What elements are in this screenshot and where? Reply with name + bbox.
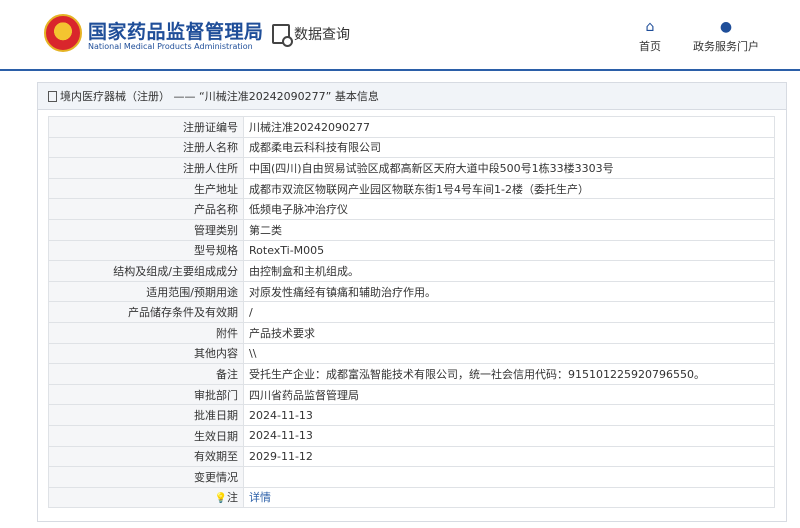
lightbulb-icon: 💡 <box>214 493 227 505</box>
field-value: 成都柔电云科科技有限公司 <box>243 136 775 159</box>
note-label: 注 <box>227 491 238 505</box>
table-row: 结构及组成/主要组成成分 由控制盒和主机组成。 <box>48 260 775 282</box>
field-label: 生效日期 <box>48 424 244 447</box>
field-value: 2029-11-12 <box>243 445 775 468</box>
nav-portal-label: 政务服务门户 <box>693 40 759 53</box>
table-row: 变更情况 <box>48 466 775 488</box>
field-value <box>243 466 775 488</box>
table-row: 其他内容 \\ <box>48 342 775 365</box>
field-value: 对原发性痛经有镇痛和辅助治疗作用。 <box>243 280 775 303</box>
field-label: 变更情况 <box>48 466 244 488</box>
home-icon: ⌂ <box>645 19 655 35</box>
field-value: 2024-11-13 <box>243 404 775 426</box>
note-value-cell: 详情 <box>243 486 775 509</box>
data-query-link[interactable]: 数据查询 <box>272 24 350 47</box>
field-label: 有效期至 <box>48 445 244 468</box>
table-row: 审批部门 四川省药品监督管理局 <box>48 383 775 406</box>
field-label: 适用范围/预期用途 <box>48 280 244 303</box>
field-label: 批准日期 <box>48 404 244 426</box>
field-value: 2024-11-13 <box>243 424 775 447</box>
device-info-table: 注册证编号 川械注准20242090277 注册人名称 成都柔电云科科技有限公司 注册人… <box>48 116 775 509</box>
field-label: 附件 <box>48 321 244 344</box>
table-row-note: 💡注 详情 <box>48 486 775 509</box>
field-value: RotexTi-M005 <box>243 239 775 262</box>
details-link[interactable]: 详情 <box>249 491 271 504</box>
field-value: 产品技术要求 <box>243 321 775 344</box>
info-panel: 境内医疗器械（注册） —— “川械注准20242090277” 基本信息 注册证… <box>37 82 787 522</box>
info-table-body: 注册证编号 川械注准20242090277 注册人名称 成都柔电云科科技有限公司 注册人… <box>48 116 775 509</box>
document-icon <box>48 90 57 102</box>
table-row: 注册人名称 成都柔电云科科技有限公司 <box>48 136 775 159</box>
field-value: 川械注准20242090277 <box>243 116 775 138</box>
table-row: 注册人住所 中国(四川)自由贸易试验区成都高新区天府大道中段500号1栋33楼33… <box>48 157 775 179</box>
data-query-label: 数据查询 <box>294 27 350 43</box>
field-value: 成都市双流区物联网产业园区物联东街1号4号车间1-2楼（委托生产） <box>243 177 775 200</box>
emblem-logo: ★ <box>44 14 82 52</box>
field-value: 受托生产企业：成都富泓智能技术有限公司，统一社会信用代码：91510122592… <box>243 363 775 385</box>
star-icon: ★ <box>59 24 68 35</box>
field-value: / <box>243 301 775 323</box>
field-label: 注册证编号 <box>48 116 244 138</box>
panel-title: 境内医疗器械（注册） —— “川械注准20242090277” 基本信息 <box>38 83 786 110</box>
brand-title-en: National Medical Products Administration <box>88 42 253 51</box>
note-label-cell: 💡注 <box>48 486 244 509</box>
table-row: 生产地址 成都市双流区物联网产业园区物联东街1号4号车间1-2楼（委托生产） <box>48 177 775 200</box>
nav-service-portal[interactable]: ● 政务服务门户 <box>688 20 764 54</box>
field-label: 备注 <box>48 363 244 385</box>
table-row: 管理类别 第二类 <box>48 218 775 241</box>
field-value: 中国(四川)自由贸易试验区成都高新区天府大道中段500号1栋33楼3303号 <box>243 157 775 179</box>
document-search-icon <box>272 24 293 47</box>
field-label: 审批部门 <box>48 383 244 406</box>
table-row: 产品储存条件及有效期 / <box>48 301 775 323</box>
field-label: 其他内容 <box>48 342 244 365</box>
table-row: 生效日期 2024-11-13 <box>48 424 775 447</box>
brand-title-cn: 国家药品监督管理局 <box>88 21 264 43</box>
field-label: 管理类别 <box>48 218 244 241</box>
table-row: 型号规格 RotexTi-M005 <box>48 239 775 262</box>
table-row: 批准日期 2024-11-13 <box>48 404 775 426</box>
table-row: 注册证编号 川械注准20242090277 <box>48 116 775 138</box>
table-row: 备注 受托生产企业：成都富泓智能技术有限公司，统一社会信用代码：915101225… <box>48 363 775 385</box>
field-value: \\ <box>243 342 775 365</box>
user-icon: ● <box>719 19 733 35</box>
nav-home[interactable]: ⌂ 首页 <box>636 20 664 54</box>
field-label: 型号规格 <box>48 239 244 262</box>
field-label: 产品储存条件及有效期 <box>48 301 244 323</box>
nav-home-label: 首页 <box>639 40 661 53</box>
field-value: 低频电子脉冲治疗仪 <box>243 198 775 220</box>
field-value: 由控制盒和主机组成。 <box>243 260 775 282</box>
panel-title-text: 境内医疗器械（注册） —— “川械注准20242090277” 基本信息 <box>60 89 379 103</box>
table-row: 附件 产品技术要求 <box>48 321 775 344</box>
field-value: 四川省药品监督管理局 <box>243 383 775 406</box>
field-label: 生产地址 <box>48 177 244 200</box>
site-header: ★ 国家药品监督管理局 National Medical Products Ad… <box>0 0 800 71</box>
table-row: 有效期至 2029-11-12 <box>48 445 775 468</box>
field-value: 第二类 <box>243 218 775 241</box>
field-label: 注册人住所 <box>48 157 244 179</box>
field-label: 结构及组成/主要组成成分 <box>48 260 244 282</box>
field-label: 注册人名称 <box>48 136 244 159</box>
table-row: 产品名称 低频电子脉冲治疗仪 <box>48 198 775 220</box>
field-label: 产品名称 <box>48 198 244 220</box>
table-row: 适用范围/预期用途 对原发性痛经有镇痛和辅助治疗作用。 <box>48 280 775 303</box>
